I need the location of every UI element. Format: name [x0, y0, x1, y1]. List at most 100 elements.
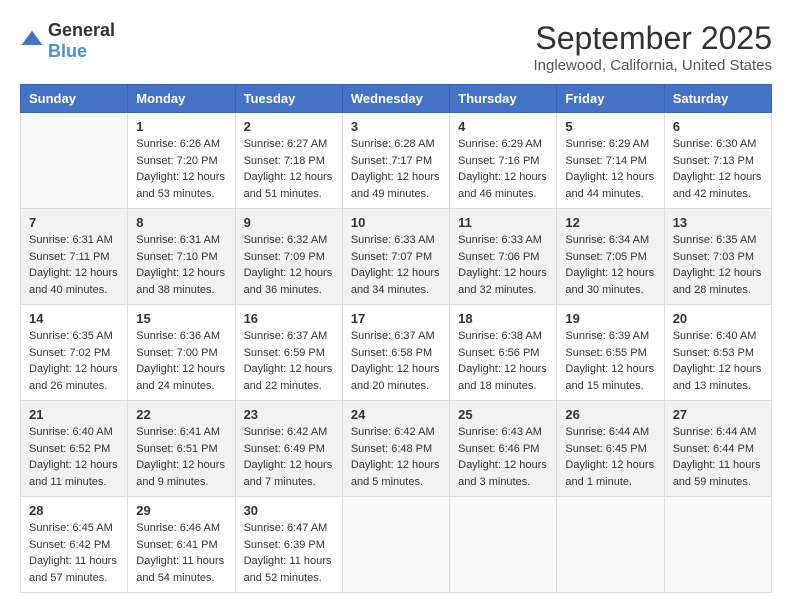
cell-line: and 40 minutes. [29, 282, 119, 299]
calendar-week-row: 21Sunrise: 6:40 AMSunset: 6:52 PMDayligh… [21, 401, 772, 497]
cell-line: Daylight: 12 hours [458, 169, 548, 186]
cell-line: Sunrise: 6:31 AM [136, 232, 226, 249]
cell-line: Daylight: 12 hours [458, 265, 548, 282]
calendar-cell: 16Sunrise: 6:37 AMSunset: 6:59 PMDayligh… [235, 305, 342, 401]
cell-line: Daylight: 12 hours [244, 169, 334, 186]
calendar-cell: 29Sunrise: 6:46 AMSunset: 6:41 PMDayligh… [128, 497, 235, 593]
cell-line: and 22 minutes. [244, 378, 334, 395]
cell-line: Sunset: 6:52 PM [29, 441, 119, 458]
cell-content: Sunrise: 6:45 AMSunset: 6:42 PMDaylight:… [29, 520, 119, 586]
calendar-cell: 12Sunrise: 6:34 AMSunset: 7:05 PMDayligh… [557, 209, 664, 305]
logo-icon [20, 29, 44, 53]
day-number: 19 [565, 311, 655, 326]
cell-line: Daylight: 11 hours [244, 553, 334, 570]
calendar-cell: 19 Sunrise: 6:39 AMSunset: 6:55 PMDayligh… [557, 305, 664, 401]
cell-line: and 30 minutes. [565, 282, 655, 299]
day-number: 24 [351, 407, 441, 422]
cell-content: Sunrise: 6:39 AMSunset: 6:55 PMDaylight:… [565, 328, 655, 394]
cell-content: Sunrise: 6:40 AMSunset: 6:53 PMDaylight:… [673, 328, 763, 394]
cell-line: Sunset: 7:16 PM [458, 153, 548, 170]
calendar-cell [21, 113, 128, 209]
cell-line: Sunset: 7:07 PM [351, 249, 441, 266]
day-number: 4 [458, 119, 548, 134]
cell-line: Daylight: 12 hours [673, 265, 763, 282]
calendar-cell: 7Sunrise: 6:31 AMSunset: 7:11 PMDaylight… [21, 209, 128, 305]
cell-line: Daylight: 11 hours [673, 457, 763, 474]
calendar-cell: 11 Sunrise: 6:33 AMSunset: 7:06 PMDayligh… [450, 209, 557, 305]
day-number: 21 [29, 407, 119, 422]
cell-line: Sunset: 7:06 PM [458, 249, 548, 266]
day-number: 5 [565, 119, 655, 134]
cell-line: Sunrise: 6:36 AM [136, 328, 226, 345]
cell-line: Daylight: 12 hours [244, 265, 334, 282]
cell-content: Sunrise: 6:33 AMSunset: 7:07 PMDaylight:… [351, 232, 441, 298]
cell-line: Sunrise: 6:37 AM [244, 328, 334, 345]
cell-line: Sunset: 6:46 PM [458, 441, 548, 458]
cell-line: Sunrise: 6:38 AM [458, 328, 548, 345]
day-number: 11 [458, 215, 548, 230]
cell-content: Sunrise: 6:30 AMSunset: 7:13 PMDaylight:… [673, 136, 763, 202]
column-header-sunday: Sunday [21, 85, 128, 113]
cell-line: Daylight: 12 hours [673, 361, 763, 378]
calendar-cell: 30Sunrise: 6:47 AMSunset: 6:39 PMDayligh… [235, 497, 342, 593]
cell-line: and 13 minutes. [673, 378, 763, 395]
calendar-cell: 23Sunrise: 6:42 AMSunset: 6:49 PMDayligh… [235, 401, 342, 497]
cell-line: Daylight: 12 hours [458, 361, 548, 378]
cell-content: Sunrise: 6:28 AMSunset: 7:17 PMDaylight:… [351, 136, 441, 202]
cell-line: and 51 minutes. [244, 186, 334, 203]
day-number: 28 [29, 503, 119, 518]
cell-line: Sunset: 7:14 PM [565, 153, 655, 170]
day-number: 6 [673, 119, 763, 134]
cell-content: Sunrise: 6:37 AMSunset: 6:58 PMDaylight:… [351, 328, 441, 394]
calendar-cell: 14Sunrise: 6:35 AMSunset: 7:02 PMDayligh… [21, 305, 128, 401]
cell-line: Sunrise: 6:40 AM [29, 424, 119, 441]
day-number: 9 [244, 215, 334, 230]
cell-line: Sunrise: 6:45 AM [29, 520, 119, 537]
cell-content: Sunrise: 6:31 AMSunset: 7:10 PMDaylight:… [136, 232, 226, 298]
column-header-thursday: Thursday [450, 85, 557, 113]
logo-blue: Blue [48, 41, 87, 61]
calendar-week-row: 7Sunrise: 6:31 AMSunset: 7:11 PMDaylight… [21, 209, 772, 305]
cell-line: Sunset: 6:53 PM [673, 345, 763, 362]
cell-line: Daylight: 12 hours [244, 457, 334, 474]
cell-line: Sunset: 7:02 PM [29, 345, 119, 362]
calendar-cell: 28 Sunrise: 6:45 AMSunset: 6:42 PMDayligh… [21, 497, 128, 593]
cell-line: Sunset: 7:10 PM [136, 249, 226, 266]
cell-line: and 7 minutes. [244, 474, 334, 491]
cell-line: Sunset: 7:11 PM [29, 249, 119, 266]
cell-line: Sunset: 6:56 PM [458, 345, 548, 362]
subtitle: Inglewood, California, United States [534, 57, 772, 74]
cell-line: Daylight: 11 hours [29, 553, 119, 570]
cell-line: Sunrise: 6:33 AM [351, 232, 441, 249]
calendar-cell: 3 Sunrise: 6:28 AMSunset: 7:17 PMDaylight… [342, 113, 449, 209]
day-number: 3 [351, 119, 441, 134]
calendar-cell: 8Sunrise: 6:31 AMSunset: 7:10 PMDaylight… [128, 209, 235, 305]
cell-line: Daylight: 12 hours [458, 457, 548, 474]
cell-content: Sunrise: 6:31 AMSunset: 7:11 PMDaylight:… [29, 232, 119, 298]
cell-content: Sunrise: 6:29 AMSunset: 7:14 PMDaylight:… [565, 136, 655, 202]
calendar-cell: 27Sunrise: 6:44 AMSunset: 6:44 PMDayligh… [664, 401, 771, 497]
cell-line: Sunrise: 6:35 AM [673, 232, 763, 249]
logo: General Blue [20, 20, 115, 62]
cell-line: Sunset: 6:41 PM [136, 537, 226, 554]
cell-content: Sunrise: 6:27 AMSunset: 7:18 PMDaylight:… [244, 136, 334, 202]
calendar-header-row: SundayMondayTuesdayWednesdayThursdayFrid… [21, 85, 772, 113]
day-number: 18 [458, 311, 548, 326]
cell-content: Sunrise: 6:40 AMSunset: 6:52 PMDaylight:… [29, 424, 119, 490]
calendar-cell: 2 Sunrise: 6:27 AMSunset: 7:18 PMDaylight… [235, 113, 342, 209]
calendar-cell: 13Sunrise: 6:35 AMSunset: 7:03 PMDayligh… [664, 209, 771, 305]
cell-line: and 59 minutes. [673, 474, 763, 491]
day-number: 2 [244, 119, 334, 134]
calendar-cell: 25Sunrise: 6:43 AMSunset: 6:46 PMDayligh… [450, 401, 557, 497]
cell-line: Daylight: 12 hours [29, 457, 119, 474]
cell-line: Sunset: 7:18 PM [244, 153, 334, 170]
calendar-cell [557, 497, 664, 593]
cell-line: Sunrise: 6:33 AM [458, 232, 548, 249]
calendar-week-row: 28 Sunrise: 6:45 AMSunset: 6:42 PMDayligh… [21, 497, 772, 593]
cell-line: and 1 minute. [565, 474, 655, 491]
cell-line: Sunrise: 6:27 AM [244, 136, 334, 153]
cell-line: Sunrise: 6:34 AM [565, 232, 655, 249]
cell-line: Sunset: 7:09 PM [244, 249, 334, 266]
cell-content: Sunrise: 6:38 AMSunset: 6:56 PMDaylight:… [458, 328, 548, 394]
cell-line: Sunset: 6:58 PM [351, 345, 441, 362]
